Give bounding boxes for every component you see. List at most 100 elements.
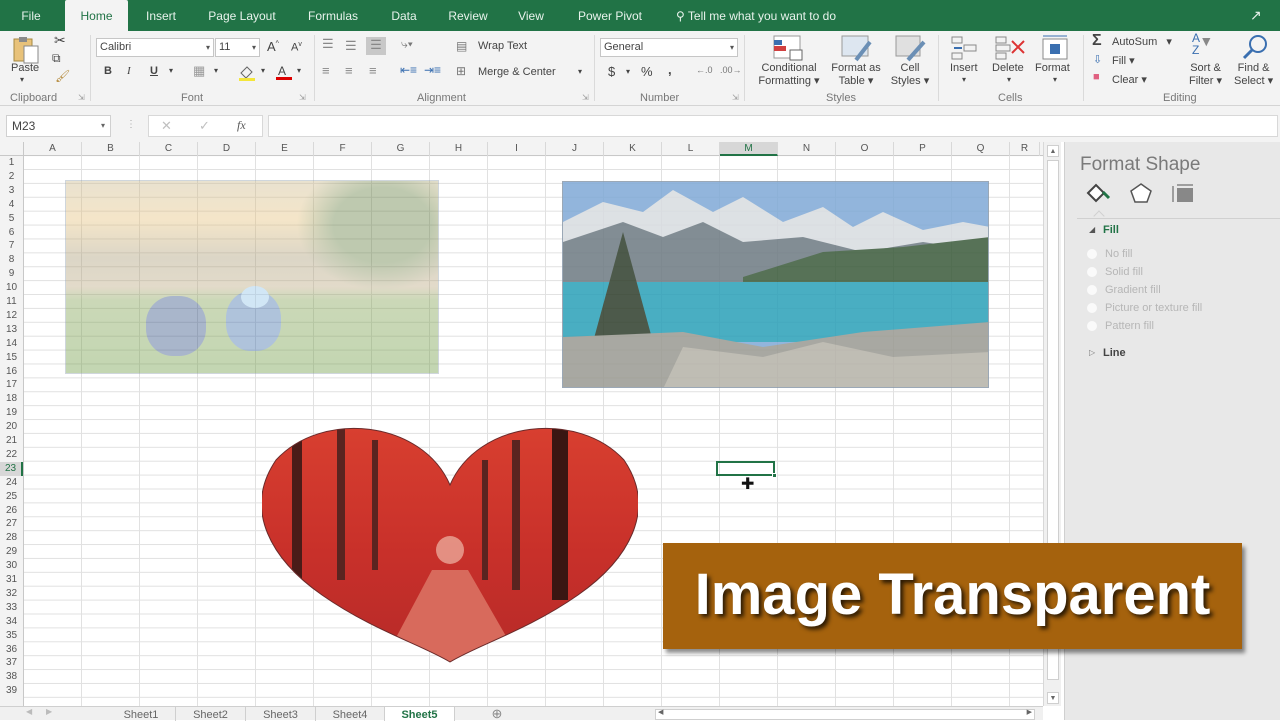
middle-align-icon[interactable]: ☰: [345, 38, 357, 54]
align-center-icon[interactable]: ≡: [345, 63, 353, 78]
row-header-32[interactable]: 32: [0, 587, 23, 601]
new-sheet-button[interactable]: ⊕: [488, 706, 506, 721]
row-header-14[interactable]: 14: [0, 337, 23, 351]
cell-styles-button[interactable]: Cell Styles ▾: [888, 62, 932, 88]
row-header-11[interactable]: 11: [0, 295, 23, 309]
underline-dropdown-icon[interactable]: ▾: [169, 66, 173, 75]
row-header-26[interactable]: 26: [0, 504, 23, 518]
font-launcher-icon[interactable]: ⇲: [299, 93, 306, 102]
column-header-c[interactable]: C: [140, 142, 198, 156]
row-header-22[interactable]: 22: [0, 448, 23, 462]
borders-icon[interactable]: ▦: [193, 63, 205, 79]
format-painter-icon[interactable]: 🖌: [55, 69, 70, 83]
prev-sheet-icon[interactable]: ◀: [26, 707, 32, 716]
row-header-12[interactable]: 12: [0, 309, 23, 323]
bold-button[interactable]: B: [104, 65, 112, 77]
sheet-tab-sheet1[interactable]: Sheet1: [107, 707, 176, 721]
row-header-1[interactable]: 1: [0, 156, 23, 170]
row-header-31[interactable]: 31: [0, 573, 23, 587]
column-header-e[interactable]: E: [256, 142, 314, 156]
row-header-6[interactable]: 6: [0, 226, 23, 240]
gradient-fill-option[interactable]: Gradient fill: [1087, 284, 1161, 296]
scroll-right-icon[interactable]: ▶: [1027, 708, 1032, 716]
row-header-24[interactable]: 24: [0, 476, 23, 490]
tell-me-search[interactable]: ⚲ Tell me what you want to do: [676, 0, 836, 31]
column-header-m[interactable]: M: [720, 142, 778, 156]
row-header-7[interactable]: 7: [0, 239, 23, 253]
share-icon[interactable]: ↗: [1250, 7, 1268, 23]
column-header-f[interactable]: F: [314, 142, 372, 156]
row-header-30[interactable]: 30: [0, 559, 23, 573]
line-section-header[interactable]: Line: [1103, 347, 1126, 359]
size-properties-icon[interactable]: [1171, 184, 1195, 204]
cut-icon[interactable]: ✂: [54, 32, 66, 49]
solid-fill-option[interactable]: Solid fill: [1087, 266, 1143, 278]
tab-insert[interactable]: Insert: [138, 0, 184, 31]
fill-line-icon[interactable]: [1085, 182, 1111, 204]
format-dropdown-icon[interactable]: ▾: [1053, 75, 1057, 84]
italic-button[interactable]: I: [127, 65, 131, 77]
tab-power-pivot[interactable]: Power Pivot: [568, 0, 652, 31]
copy-icon[interactable]: ⧉: [52, 51, 61, 66]
clipboard-launcher-icon[interactable]: ⇲: [78, 93, 85, 102]
column-header-p[interactable]: P: [894, 142, 952, 156]
sheet-tab-sheet5[interactable]: Sheet5: [385, 707, 455, 721]
column-header-d[interactable]: D: [198, 142, 256, 156]
conditional-formatting-button[interactable]: Conditional Formatting ▾: [756, 62, 822, 88]
column-header-j[interactable]: J: [546, 142, 604, 156]
row-header-15[interactable]: 15: [0, 351, 23, 365]
comma-button[interactable]: ,: [668, 62, 672, 77]
tab-review[interactable]: Review: [440, 0, 496, 31]
sheet-tab-sheet4[interactable]: Sheet4: [316, 707, 385, 721]
percent-button[interactable]: %: [641, 64, 653, 79]
fill-collapse-icon[interactable]: ◢: [1089, 225, 1095, 234]
fill-color-icon[interactable]: [238, 64, 256, 82]
number-launcher-icon[interactable]: ⇲: [732, 93, 739, 102]
row-header-2[interactable]: 2: [0, 170, 23, 184]
picture-texture-fill-option[interactable]: Picture or texture fill: [1087, 302, 1202, 314]
insert-dropdown-icon[interactable]: ▾: [962, 75, 966, 84]
row-header-37[interactable]: 37: [0, 656, 23, 670]
column-header-n[interactable]: N: [778, 142, 836, 156]
delete-dropdown-icon[interactable]: ▾: [1007, 75, 1011, 84]
column-header-i[interactable]: I: [488, 142, 546, 156]
radio[interactable]: [1087, 285, 1097, 295]
scroll-down-icon[interactable]: ▼: [1047, 692, 1059, 704]
insert-function-button[interactable]: fx: [237, 118, 246, 133]
row-header-19[interactable]: 19: [0, 406, 23, 420]
row-header-17[interactable]: 17: [0, 378, 23, 392]
increase-decimal-icon[interactable]: ←.0: [696, 65, 713, 75]
fill-handle[interactable]: [772, 473, 777, 478]
font-color-dropdown-icon[interactable]: ▾: [297, 66, 301, 75]
sort-filter-button[interactable]: Sort & Filter ▾: [1189, 62, 1222, 88]
orientation-icon[interactable]: ⤷▾: [401, 37, 413, 52]
paste-dropdown-icon[interactable]: ▾: [20, 75, 24, 84]
row-header-20[interactable]: 20: [0, 420, 23, 434]
increase-font-size-button[interactable]: A^: [267, 39, 279, 54]
column-header-b[interactable]: B: [82, 142, 140, 156]
currency-button[interactable]: $: [608, 64, 615, 79]
paste-icon[interactable]: [12, 35, 42, 65]
effects-icon[interactable]: [1129, 182, 1153, 204]
fill-section-header[interactable]: Fill: [1103, 224, 1119, 236]
number-format-select[interactable]: General ▾: [600, 38, 738, 57]
autosum-button[interactable]: AutoSum ▾: [1112, 35, 1172, 48]
row-header-23[interactable]: 23: [0, 461, 23, 476]
no-fill-option[interactable]: No fill: [1087, 248, 1133, 260]
cancel-icon[interactable]: ✕: [161, 118, 172, 134]
top-align-icon[interactable]: ☰: [322, 36, 334, 52]
scroll-left-icon[interactable]: ◀: [658, 708, 663, 716]
insert-cells-button[interactable]: Insert: [950, 62, 978, 74]
radio[interactable]: [1087, 321, 1097, 331]
row-header-28[interactable]: 28: [0, 531, 23, 545]
row-header-29[interactable]: 29: [0, 545, 23, 559]
row-header-34[interactable]: 34: [0, 615, 23, 629]
column-header-h[interactable]: H: [430, 142, 488, 156]
tab-home[interactable]: Home: [65, 0, 128, 31]
sheet-tab-sheet2[interactable]: Sheet2: [176, 707, 246, 721]
row-header-8[interactable]: 8: [0, 253, 23, 267]
row-header-10[interactable]: 10: [0, 281, 23, 295]
decrease-indent-icon[interactable]: ⇤≡: [400, 63, 417, 77]
line-expand-icon[interactable]: ▷: [1089, 348, 1095, 357]
underline-button[interactable]: U: [150, 65, 158, 77]
